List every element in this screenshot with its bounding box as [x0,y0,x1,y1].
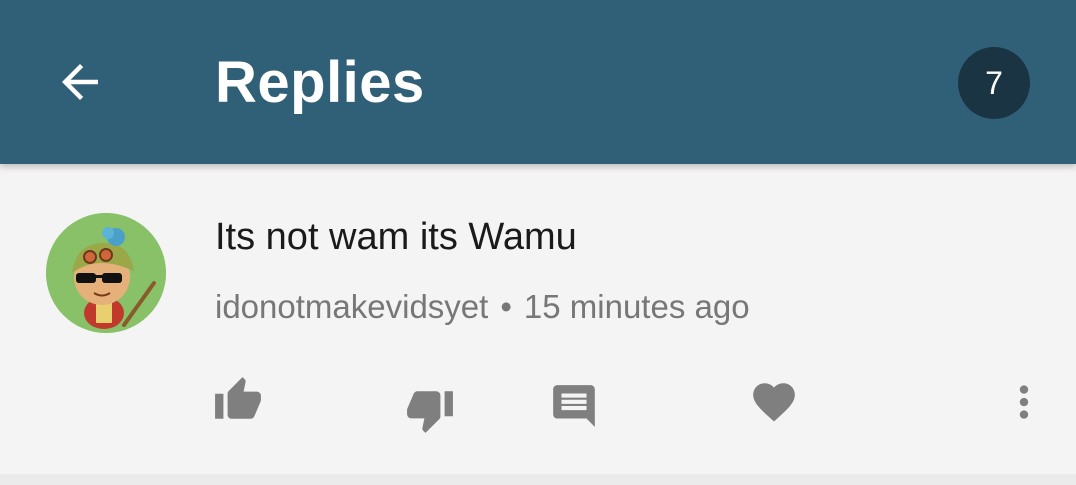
back-button[interactable] [48,50,112,114]
heart-button[interactable] [744,372,804,432]
comment-text: Its not wam its Wamu [215,216,577,258]
author-name[interactable]: idonotmakevidsyet [215,288,488,325]
thumb-down-icon [407,391,453,433]
more-vert-icon [1019,385,1029,419]
page-title: Replies [215,50,425,115]
heart-icon [753,383,795,422]
app-bar: Replies 7 [0,0,1076,164]
list-divider [0,474,1076,485]
comment-meta: idonotmakevidsyet • 15 minutes ago [215,286,750,328]
reply-button[interactable] [544,376,604,436]
comment-timestamp: 15 minutes ago [523,288,750,325]
meta-separator: • [500,288,512,325]
avatar[interactable] [46,213,166,333]
reply-count-badge[interactable]: 7 [958,47,1030,119]
arrow-left-icon [62,64,98,100]
dislike-button[interactable] [400,380,460,440]
thumb-up-icon [215,377,261,419]
more-options-button[interactable] [994,372,1054,432]
like-button[interactable] [208,370,268,430]
comment-item: Its not wam its Wamu idonotmakevidsyet • 1… [0,164,1076,474]
comment-icon [553,385,595,427]
